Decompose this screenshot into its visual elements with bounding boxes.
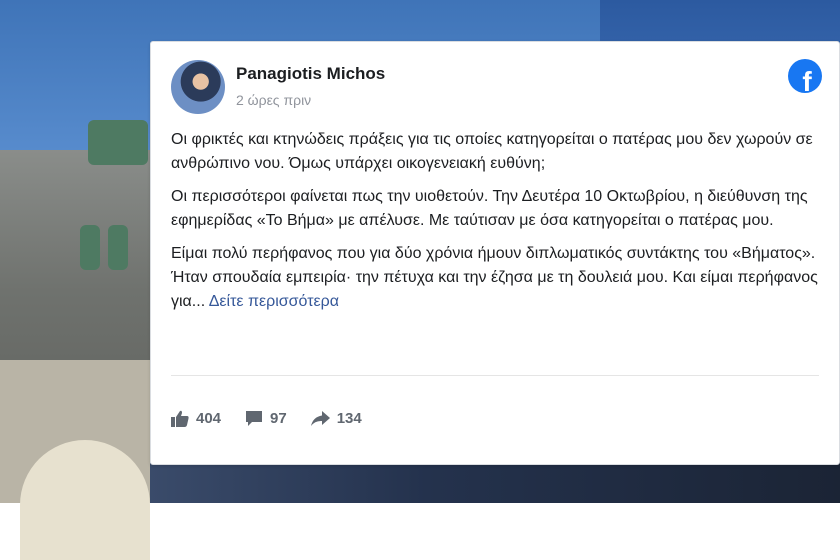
- share-icon: [310, 410, 330, 426]
- engagement-stats: 404 97 134: [171, 410, 386, 427]
- shares-stat[interactable]: 134: [310, 410, 362, 427]
- comments-count: 97: [270, 410, 287, 427]
- facebook-post-card: Panagiotis Michos 2 ώρες πριν f Οι φρικτ…: [150, 41, 840, 465]
- statue-left: [80, 225, 100, 270]
- post-body: Οι φρικτές και κτηνώδεις πράξεις για τις…: [171, 128, 821, 323]
- background-bottom: [150, 463, 840, 503]
- shares-count: 134: [336, 410, 362, 427]
- comments-stat[interactable]: 97: [245, 410, 287, 427]
- see-more-link[interactable]: Δείτε περισσότερα: [209, 293, 339, 310]
- post-paragraph: Οι περισσότεροι φαίνεται πως την υιοθετο…: [171, 188, 808, 229]
- facebook-icon[interactable]: f: [788, 59, 822, 93]
- avatar[interactable]: [171, 60, 225, 114]
- monument-opening: [20, 440, 150, 560]
- statue-right: [108, 225, 128, 270]
- post-timestamp[interactable]: 2 ώρες πριν: [236, 92, 311, 108]
- author-name[interactable]: Panagiotis Michos: [236, 64, 385, 84]
- likes-stat[interactable]: 404: [171, 410, 221, 427]
- divider: [171, 375, 819, 376]
- comment-icon: [246, 411, 263, 426]
- like-icon: [171, 410, 189, 427]
- post-paragraph: Οι φρικτές και κτηνώδεις πράξεις για τις…: [171, 131, 813, 172]
- statue-quadriga: [88, 120, 148, 165]
- post-paragraph: Είμαι πολύ περήφανος που για δύο χρόνια …: [171, 242, 821, 314]
- likes-count: 404: [196, 410, 222, 427]
